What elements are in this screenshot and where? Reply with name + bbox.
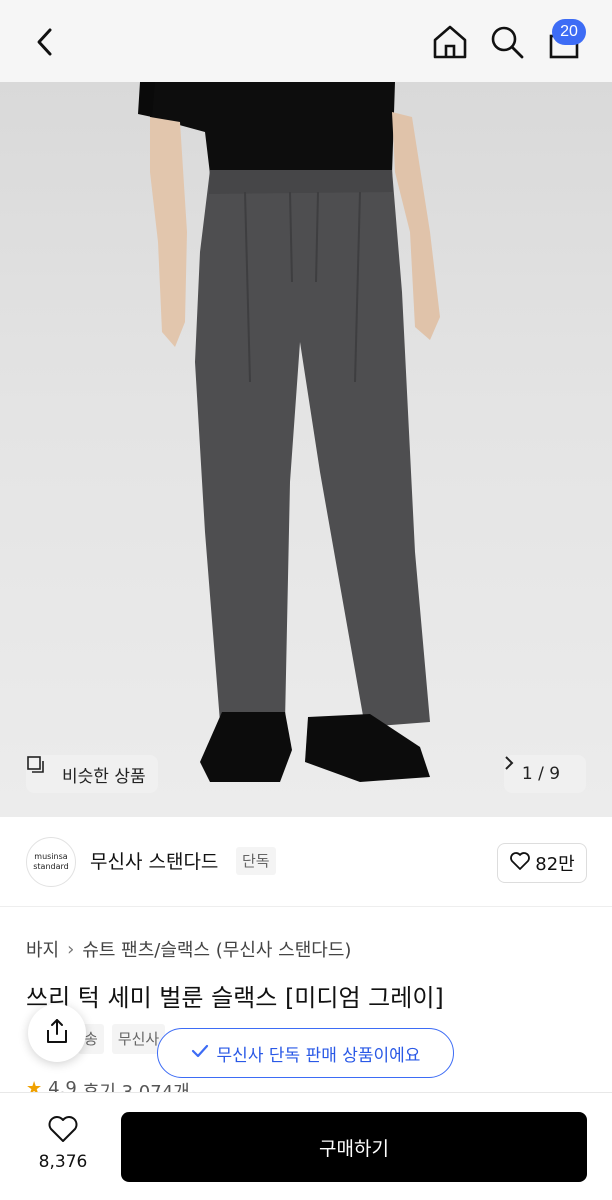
image-page-indicator[interactable]: 1 / 9 [504, 755, 586, 793]
share-button[interactable] [28, 1004, 86, 1062]
bottom-action-bar: 8,376 구매하기 [0, 1092, 612, 1200]
wishlist-button[interactable]: 8,376 [30, 1115, 96, 1172]
exclusive-toast: 무신사 단독 판매 상품이에요 [157, 1028, 454, 1078]
brand-like-count: 82만 [535, 854, 575, 875]
buy-button[interactable]: 구매하기 [121, 1112, 587, 1182]
brand-name[interactable]: 무신사 스탠다드 [90, 847, 218, 874]
brand-row: musinsa standard 무신사 스탠다드 단독 82만 [0, 817, 612, 907]
breadcrumb-subcategory[interactable]: 슈트 팬츠/슬랙스 (무신사 스탠다드) [82, 936, 351, 962]
breadcrumb: 바지 › 슈트 팬츠/슬랙스 (무신사 스탠다드) [26, 936, 351, 962]
wishlist-count: 8,376 [38, 1152, 88, 1172]
exclusive-badge: 단독 [236, 847, 276, 875]
chevron-left-icon[interactable] [30, 24, 62, 60]
heart-icon [509, 851, 531, 876]
product-photo [138, 82, 440, 782]
brand-logo-line1: musinsa [34, 852, 68, 861]
home-icon[interactable] [430, 22, 470, 62]
top-navigation-bar: 20 [0, 0, 612, 82]
cart-count-badge: 20 [552, 19, 586, 45]
similar-products-button[interactable]: 비슷한 상품 [26, 755, 158, 793]
check-icon [191, 1043, 209, 1063]
search-icon[interactable] [488, 22, 526, 62]
product-title: 쓰리 턱 세미 벌룬 슬랙스 [미디엄 그레이] [26, 984, 444, 1012]
toast-text: 무신사 단독 판매 상품이에요 [216, 1045, 421, 1066]
heart-icon [47, 1115, 79, 1148]
brand-logo[interactable]: musinsa standard [26, 837, 76, 887]
page-indicator-text: 1 / 9 [521, 764, 561, 784]
similar-products-label: 비슷한 상품 [62, 766, 146, 787]
share-icon [44, 1017, 70, 1049]
breadcrumb-category[interactable]: 바지 [26, 936, 59, 962]
brand-like-button[interactable]: 82만 [497, 843, 587, 883]
brand-logo-line2: standard [33, 862, 69, 871]
chevron-right-icon: › [67, 938, 75, 960]
product-image-gallery[interactable]: 비슷한 상품 1 / 9 [0, 82, 612, 817]
copy-icon [27, 756, 56, 784]
